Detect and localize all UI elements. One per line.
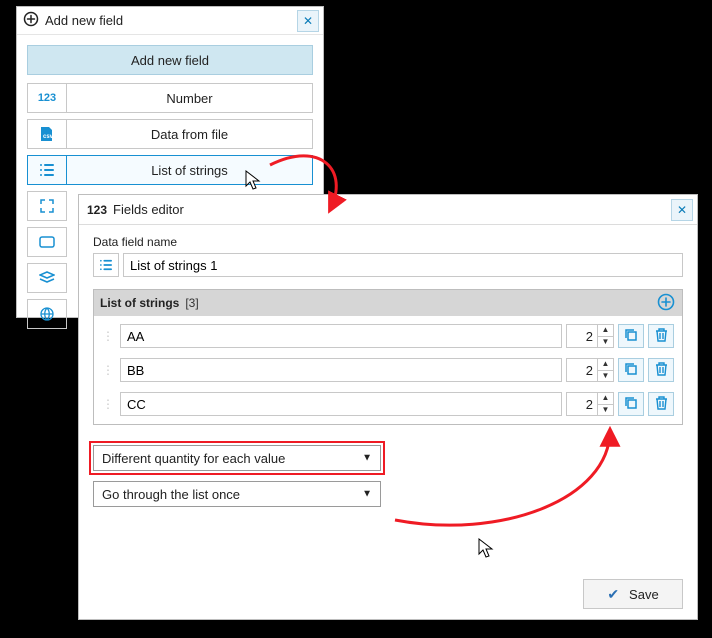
type-row-number[interactable]: 123 Number	[27, 83, 313, 113]
add-panel-titlebar: Add new field ✕	[17, 7, 323, 35]
chevron-down-icon[interactable]: ▼	[598, 370, 613, 382]
quantity-stepper[interactable]: 2 ▲▼	[566, 392, 614, 416]
number-icon: 123	[27, 83, 67, 113]
chevron-up-icon[interactable]: ▲	[598, 393, 613, 404]
data-field-name-label: Data field name	[93, 235, 683, 249]
drag-handle-icon[interactable]: ⋮⋮	[102, 363, 116, 377]
chevron-up-icon[interactable]: ▲	[598, 359, 613, 370]
data-field-name-input[interactable]	[123, 253, 683, 277]
list-item-value-input[interactable]	[120, 392, 562, 416]
quantity-stepper[interactable]: 2 ▲▼	[566, 358, 614, 382]
plus-circle-icon	[23, 11, 39, 30]
add-new-field-button-label: Add new field	[131, 53, 209, 68]
duplicate-button[interactable]	[618, 324, 644, 348]
quantity-mode-select[interactable]: Different quantity for each value ▼	[93, 445, 381, 471]
copy-icon	[624, 396, 638, 413]
quantity-value: 2	[567, 325, 597, 347]
plus-circle-icon	[657, 293, 675, 314]
quantity-stepper[interactable]: 2 ▲▼	[566, 324, 614, 348]
type-label: List of strings	[67, 155, 313, 185]
fields-editor-panel: 123 Fields editor ✕ Data field name List…	[78, 194, 698, 620]
add-panel-title: Add new field	[45, 13, 123, 28]
list-header: List of strings [3]	[94, 290, 682, 316]
chevron-down-icon[interactable]: ▼	[598, 336, 613, 348]
svg-text:csv: csv	[43, 134, 54, 140]
copy-icon	[624, 362, 638, 379]
type-row-data-from-file[interactable]: csv Data from file	[27, 119, 313, 149]
quantity-value: 2	[567, 393, 597, 415]
editor-titlebar: 123 Fields editor ✕	[79, 195, 697, 225]
add-new-field-button[interactable]: Add new field	[27, 45, 313, 75]
list-item-value-input[interactable]	[120, 324, 562, 348]
quantity-value: 2	[567, 359, 597, 381]
copy-icon	[624, 328, 638, 345]
type-label: Number	[67, 83, 313, 113]
delete-button[interactable]	[648, 324, 674, 348]
list-item: ⋮⋮ 2 ▲▼	[102, 324, 674, 348]
delete-button[interactable]	[648, 358, 674, 382]
chevron-up-icon[interactable]: ▲	[598, 325, 613, 336]
chevron-down-icon: ▼	[362, 489, 372, 500]
trash-icon	[655, 328, 668, 345]
save-button-label: Save	[629, 587, 659, 602]
close-icon: ✕	[303, 14, 313, 28]
trash-icon	[655, 362, 668, 379]
number-icon: 123	[87, 203, 107, 217]
trash-icon	[655, 396, 668, 413]
check-icon: ✔	[607, 586, 619, 603]
type-label: Data from file	[67, 119, 313, 149]
select-value: Different quantity for each value	[102, 451, 285, 466]
list-of-strings-block: List of strings [3] ⋮⋮ 2 ▲▼	[93, 289, 683, 425]
list-title: List of strings	[100, 296, 179, 310]
chevron-down-icon: ▼	[362, 453, 372, 464]
add-list-item-button[interactable]	[656, 293, 676, 313]
list-item: ⋮⋮ 2 ▲▼	[102, 358, 674, 382]
loop-mode-select[interactable]: Go through the list once ▼	[93, 481, 381, 507]
list-item-value-input[interactable]	[120, 358, 562, 382]
close-button[interactable]: ✕	[297, 10, 319, 32]
duplicate-button[interactable]	[618, 392, 644, 416]
drag-handle-icon[interactable]: ⋮⋮	[102, 397, 116, 411]
close-button[interactable]: ✕	[671, 199, 693, 221]
cursor-icon	[245, 170, 261, 195]
duplicate-button[interactable]	[618, 358, 644, 382]
expand-icon	[27, 191, 67, 221]
list-icon	[27, 155, 67, 185]
select-value: Go through the list once	[102, 487, 240, 502]
type-row-list-of-strings[interactable]: List of strings	[27, 155, 313, 185]
editor-title: Fields editor	[113, 202, 184, 217]
globe-icon	[27, 299, 67, 329]
list-item: ⋮⋮ 2 ▲▼	[102, 392, 674, 416]
drag-handle-icon[interactable]: ⋮⋮	[102, 329, 116, 343]
ticket-icon	[27, 227, 67, 257]
layers-icon	[27, 263, 67, 293]
list-count: [3]	[185, 296, 198, 310]
chevron-down-icon[interactable]: ▼	[598, 404, 613, 416]
delete-button[interactable]	[648, 392, 674, 416]
csv-file-icon: csv	[27, 119, 67, 149]
save-button[interactable]: ✔ Save	[583, 579, 683, 609]
close-icon: ✕	[677, 203, 687, 217]
list-icon	[93, 253, 119, 277]
cursor-icon	[478, 538, 494, 563]
